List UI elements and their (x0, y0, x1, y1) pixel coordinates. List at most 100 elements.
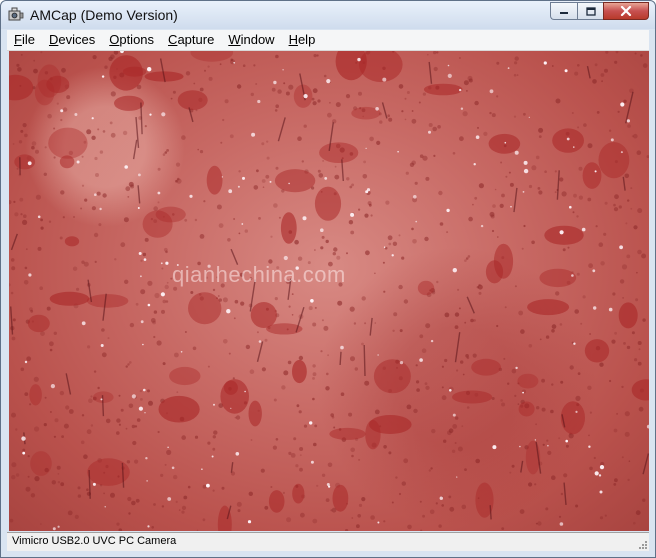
pore (37, 246, 42, 251)
close-icon (620, 6, 632, 16)
title-bar[interactable]: AMCap (Demo Version) (1, 1, 655, 29)
pore (236, 84, 242, 89)
highlight (147, 525, 150, 528)
pore (623, 99, 627, 103)
pore (503, 357, 506, 360)
pore (509, 471, 512, 474)
pore (354, 367, 358, 371)
pore (299, 467, 303, 472)
pore (93, 232, 99, 238)
pore (554, 191, 557, 194)
pore (9, 283, 11, 287)
pore (264, 338, 268, 342)
pore (199, 234, 205, 239)
pore (619, 279, 625, 284)
pore (174, 352, 179, 358)
pore (346, 177, 350, 181)
pore (569, 365, 574, 370)
pore (308, 306, 313, 311)
pore (68, 409, 74, 414)
pore (11, 462, 17, 468)
pore (303, 424, 308, 428)
pore (175, 162, 181, 167)
highlight (147, 67, 152, 72)
close-button[interactable] (603, 2, 649, 20)
minimize-button[interactable] (550, 2, 577, 20)
menu-capture[interactable]: Capture (161, 30, 221, 50)
pore (364, 380, 370, 386)
pore (94, 260, 97, 263)
hair-strand (132, 139, 138, 160)
highlight (480, 224, 484, 228)
pore (625, 222, 628, 225)
pore (262, 186, 265, 188)
pore (454, 312, 460, 317)
pore (576, 272, 580, 276)
pore (501, 402, 506, 407)
pore (135, 302, 139, 306)
pore (49, 348, 53, 352)
pore (317, 169, 321, 173)
pore (62, 107, 68, 112)
pore (109, 121, 113, 125)
pore (53, 156, 56, 159)
highlight (138, 406, 143, 411)
pore (22, 448, 26, 452)
hair-strand (339, 351, 342, 366)
pore (290, 453, 296, 458)
menu-options[interactable]: Options (102, 30, 161, 50)
pore (312, 364, 316, 368)
pore (166, 149, 170, 152)
pore (547, 450, 552, 455)
resize-grip-icon[interactable] (636, 538, 648, 550)
pore (56, 102, 59, 105)
highlight (143, 258, 147, 261)
pore (621, 385, 624, 389)
pore (531, 240, 535, 245)
red-spot (248, 400, 262, 427)
pore (323, 325, 329, 331)
pore (102, 130, 106, 133)
pore (405, 171, 409, 175)
pore (468, 78, 473, 83)
pore (181, 505, 187, 510)
pore (212, 447, 216, 451)
menu-file[interactable]: File (7, 30, 42, 50)
pore (411, 118, 417, 124)
pore (491, 113, 496, 118)
pore (97, 386, 100, 390)
highlight (258, 340, 262, 343)
pore (293, 437, 297, 441)
pore (87, 345, 91, 349)
pore (224, 99, 229, 104)
pore (153, 503, 156, 506)
pore (451, 449, 456, 453)
pore (20, 213, 23, 216)
pore (9, 518, 14, 523)
highlight (230, 407, 232, 409)
pore (541, 378, 545, 383)
pore (185, 71, 191, 76)
camera-preview[interactable]: qianhechina.com (9, 51, 649, 531)
pore (253, 185, 259, 190)
pore (197, 148, 199, 151)
pore (500, 161, 503, 164)
pore (10, 258, 15, 262)
highlight (489, 89, 494, 94)
maximize-button[interactable] (577, 2, 603, 20)
pore (103, 492, 105, 495)
pore (358, 458, 361, 461)
pore (364, 213, 369, 218)
pore (325, 498, 330, 502)
pore (303, 124, 307, 128)
pore (457, 446, 463, 452)
pore (273, 398, 277, 402)
menu-devices[interactable]: Devices (42, 30, 102, 50)
hair-strand (622, 176, 626, 191)
pore (35, 194, 41, 200)
highlight (161, 112, 166, 117)
pore (604, 201, 608, 205)
menu-window[interactable]: Window (221, 30, 281, 50)
menu-help[interactable]: Help (282, 30, 323, 50)
pore (370, 214, 373, 217)
